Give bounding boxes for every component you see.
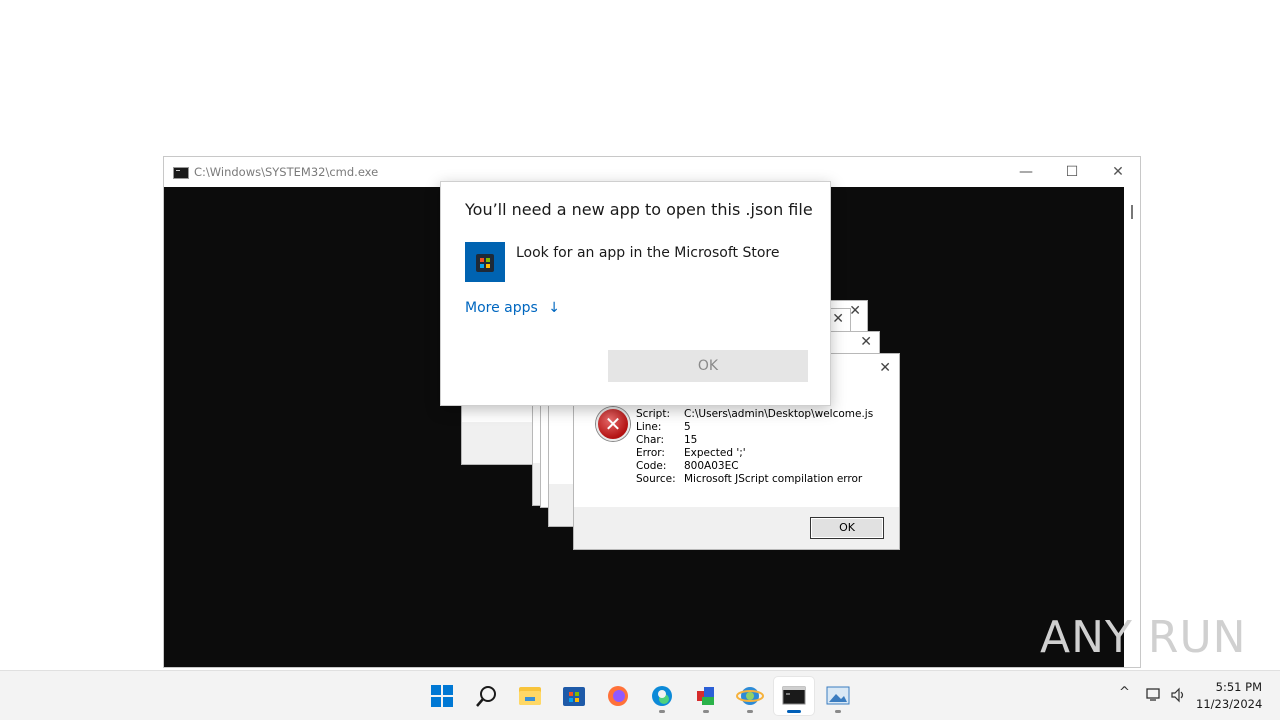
- start-button[interactable]: [422, 677, 462, 715]
- tray-chevron-icon[interactable]: ^: [1119, 685, 1130, 700]
- running-indicator: [703, 710, 709, 713]
- start-icon: [431, 685, 453, 707]
- error-row-source: Source: Microsoft JScript compilation err…: [636, 473, 863, 485]
- open-with-dialog[interactable]: You’ll need a new app to open this .json…: [440, 181, 831, 406]
- more-apps-label: More apps: [465, 300, 538, 316]
- console-icon: [173, 167, 189, 179]
- error-icon: ✕: [596, 407, 630, 441]
- taskbar-edge[interactable]: [642, 677, 682, 715]
- search-icon: [476, 686, 496, 707]
- file-explorer-icon: [519, 687, 541, 705]
- taskbar: ^: [0, 670, 1280, 720]
- taskbar-file-explorer[interactable]: [510, 677, 550, 715]
- close-icon[interactable]: ✕: [832, 311, 844, 327]
- network-icon[interactable]: [1145, 687, 1163, 703]
- anyrun-watermark: ANY RUN: [1040, 612, 1247, 663]
- minimize-button[interactable]: —: [1003, 157, 1049, 187]
- running-indicator: [659, 710, 665, 713]
- taskbar-image-app[interactable]: [818, 677, 858, 715]
- running-indicator: [747, 710, 753, 713]
- volume-icon[interactable]: [1170, 687, 1188, 703]
- close-icon[interactable]: ✕: [860, 334, 872, 350]
- taskbar-app[interactable]: [686, 677, 726, 715]
- close-button[interactable]: ✕: [1095, 157, 1141, 187]
- clock-time[interactable]: 5:51 PM: [1200, 680, 1262, 694]
- store-option-label[interactable]: Look for an app in the Microsoft Store: [516, 245, 779, 261]
- taskbar-cmd[interactable]: [774, 677, 814, 715]
- more-apps-link[interactable]: More apps ↓: [465, 300, 560, 316]
- console-scrollbar[interactable]: [1124, 187, 1140, 667]
- taskbar-ie[interactable]: [730, 677, 770, 715]
- clock-date[interactable]: 11/23/2024: [1196, 697, 1262, 711]
- error-row-error: Error: Expected ';': [636, 447, 746, 459]
- error-row-script: Script: C:\Users\admin\Desktop\welcome.js: [636, 408, 874, 420]
- close-icon[interactable]: ✕: [879, 360, 891, 376]
- taskbar-firefox[interactable]: [598, 677, 638, 715]
- error-row-code: Code: 800A03EC: [636, 460, 739, 472]
- open-with-ok-button[interactable]: OK: [608, 350, 808, 382]
- scrollbar-thumb[interactable]: [1131, 205, 1133, 219]
- maximize-button[interactable]: ☐: [1049, 157, 1095, 187]
- search-button[interactable]: [466, 677, 506, 715]
- microsoft-store-icon: [563, 687, 585, 706]
- arrow-down-icon: ↓: [548, 300, 560, 316]
- close-icon[interactable]: ✕: [849, 303, 861, 319]
- taskbar-store[interactable]: [554, 677, 594, 715]
- open-with-title: You’ll need a new app to open this .json…: [465, 200, 813, 219]
- microsoft-store-icon[interactable]: [465, 242, 505, 282]
- error-row-line: Line: 5: [636, 421, 691, 433]
- active-indicator: [787, 710, 801, 713]
- error-row-char: Char: 15: [636, 434, 698, 446]
- error-ok-button[interactable]: OK: [810, 517, 884, 539]
- cmd-window-title: C:\Windows\SYSTEM32\cmd.exe: [194, 165, 379, 179]
- firefox-icon: [608, 686, 628, 706]
- running-indicator: [835, 710, 841, 713]
